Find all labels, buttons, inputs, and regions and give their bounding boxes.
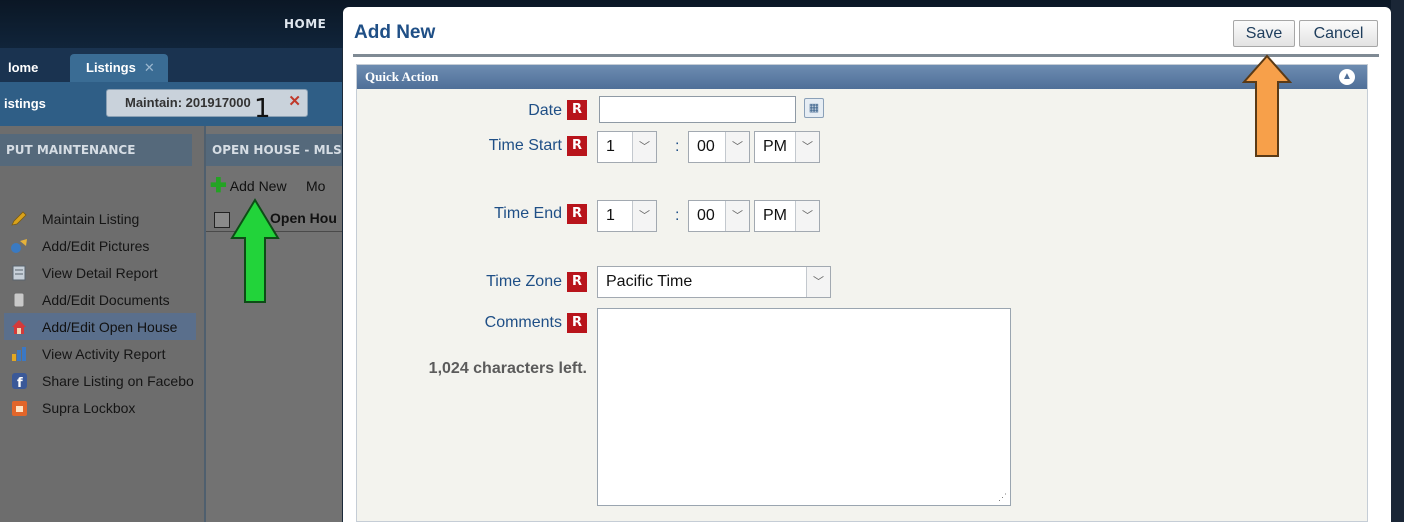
maintenance-menu: Maintain Listing Add/Edit Pictures View … [4, 205, 196, 421]
menu-item-label: Share Listing on Facebo [42, 372, 194, 389]
time-zone-select[interactable]: Pacific Time ﹀ [597, 266, 831, 298]
svg-text:f: f [17, 376, 23, 389]
open-house-icon [12, 319, 26, 334]
select-all-checkbox[interactable] [214, 212, 230, 228]
date-input[interactable] [599, 96, 796, 123]
tab-listings[interactable]: Listings ✕ [70, 54, 168, 82]
menu-item-label: View Detail Report [42, 264, 158, 281]
add-new-button[interactable]: ✚ Add New [210, 174, 287, 198]
select-value: Pacific Time [606, 273, 693, 290]
time-start-hour-select[interactable]: 1 ﹀ [597, 131, 657, 163]
tab-bar: lome Listings ✕ [0, 48, 342, 82]
section-title: Quick Action [365, 69, 439, 84]
time-start-ampm-select[interactable]: PM ﹀ [754, 131, 820, 163]
time-end-hour-select[interactable]: 1 ﹀ [597, 200, 657, 232]
tab-maintain-listing[interactable]: Maintain: 201917000 ✕ [106, 89, 308, 117]
comments-textarea[interactable]: ⋰ [597, 308, 1011, 506]
chevron-down-icon: ﹀ [725, 201, 749, 231]
orange-up-arrow-annotation [1242, 54, 1292, 157]
chevron-down-icon: ﹀ [632, 132, 656, 162]
report-icon [12, 265, 26, 280]
maintain-tab-label: Maintain: 201917000 [125, 95, 251, 110]
menu-item-label: Maintain Listing [42, 210, 140, 227]
chevron-down-icon: ﹀ [806, 267, 830, 297]
menu-item-supra-lockbox[interactable]: Supra Lockbox [10, 394, 196, 421]
menu-item-share-facebook[interactable]: f Share Listing on Facebo [10, 367, 196, 394]
menu-item-pictures[interactable]: Add/Edit Pictures [10, 232, 196, 259]
add-new-label: Add New [229, 178, 287, 194]
document-icon [13, 292, 25, 307]
annotation-number: 1 [254, 94, 271, 124]
required-badge: R [567, 100, 587, 120]
title-divider [353, 54, 1379, 57]
chevron-down-icon: ﹀ [795, 132, 819, 162]
pictures-icon [11, 238, 27, 253]
close-icon[interactable]: ✕ [144, 60, 155, 75]
open-house-panel-header: OPEN HOUSE - MLS [206, 134, 342, 166]
background-right-edge [1391, 0, 1404, 522]
select-value: 00 [697, 207, 715, 224]
select-value: PM [763, 207, 787, 224]
time-end-minute-select[interactable]: 00 ﹀ [688, 200, 750, 232]
select-value: PM [763, 138, 787, 155]
menu-item-open-house[interactable]: Add/Edit Open House [4, 313, 196, 340]
save-button[interactable]: Save [1233, 20, 1295, 47]
more-label: Mo [306, 178, 326, 194]
lockbox-icon [12, 400, 27, 416]
time-zone-label: Time Zone [486, 273, 562, 290]
close-icon[interactable]: ✕ [288, 90, 301, 115]
time-end-label: Time End [494, 205, 562, 222]
more-button[interactable]: Mo [306, 178, 325, 194]
select-value: 1 [606, 138, 615, 155]
required-badge: R [567, 204, 587, 224]
resize-grip-icon[interactable]: ⋰ [998, 492, 1007, 503]
comments-label: Comments [484, 314, 562, 331]
green-up-arrow-annotation [230, 198, 280, 303]
menu-item-label: Add/Edit Documents [42, 291, 170, 308]
cancel-button[interactable]: Cancel [1299, 20, 1378, 47]
select-value: 00 [697, 138, 715, 155]
menu-item-label: Add/Edit Pictures [42, 237, 150, 254]
required-badge: R [567, 313, 587, 333]
tab-listings-label: Listings [86, 60, 136, 75]
chevron-down-icon: ﹀ [795, 201, 819, 231]
time-end-ampm-select[interactable]: PM ﹀ [754, 200, 820, 232]
tab-home[interactable]: lome [0, 54, 46, 82]
dialog-title: Add New [354, 22, 436, 43]
required-badge: R [567, 272, 587, 292]
column-header-open-house: Open Hou [270, 210, 337, 226]
pencil-icon [11, 210, 27, 226]
facebook-icon: f [12, 372, 27, 389]
tab-home-label: lome [8, 60, 39, 75]
plus-icon: ✚ [210, 175, 227, 197]
time-start-minute-select[interactable]: 00 ﹀ [688, 131, 750, 163]
activity-chart-icon [12, 346, 26, 361]
menu-item-label: Supra Lockbox [42, 399, 136, 416]
menu-item-documents[interactable]: Add/Edit Documents [10, 286, 196, 313]
menu-item-label: Add/Edit Open House [42, 318, 178, 335]
chevron-down-icon: ﹀ [725, 132, 749, 162]
left-panel-header: PUT MAINTENANCE [0, 134, 192, 166]
select-value: 1 [606, 207, 615, 224]
time-separator: : [675, 207, 680, 224]
menu-item-label: View Activity Report [42, 345, 166, 362]
characters-left-counter: 1,024 characters left. [428, 360, 587, 377]
time-separator: : [675, 138, 680, 155]
menu-item-detail-report[interactable]: View Detail Report [10, 259, 196, 286]
quick-action-header[interactable]: Quick Action ▲ [357, 65, 1367, 89]
nav-home-link[interactable]: HOME [284, 17, 326, 31]
required-badge: R [567, 136, 587, 156]
calendar-icon[interactable]: ▦ [804, 98, 824, 118]
menu-item-activity-report[interactable]: View Activity Report [10, 340, 196, 367]
sub-tab-listings[interactable]: istings [4, 96, 46, 111]
date-label: Date [528, 102, 562, 119]
chevron-down-icon: ﹀ [632, 201, 656, 231]
time-start-label: Time Start [488, 137, 562, 154]
collapse-icon[interactable]: ▲ [1339, 69, 1355, 85]
menu-item-maintain-listing[interactable]: Maintain Listing [10, 205, 196, 232]
